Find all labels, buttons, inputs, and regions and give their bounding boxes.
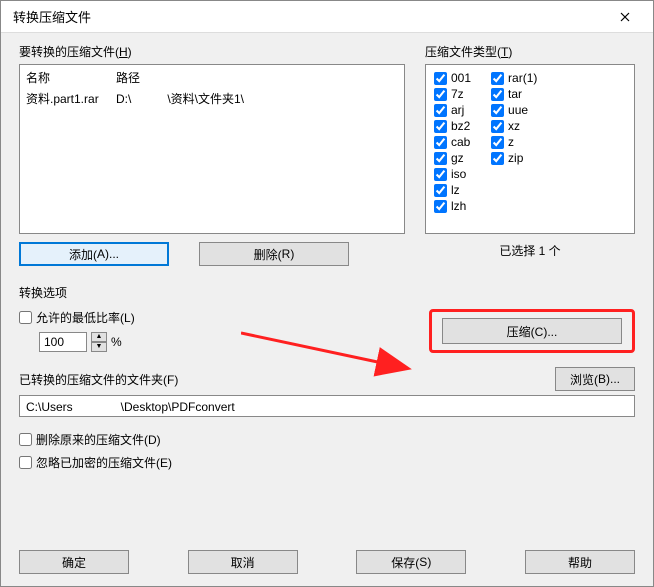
window-title: 转换压缩文件 [9, 7, 91, 26]
folder-label: 已转换的压缩文件的文件夹(F) [19, 371, 178, 388]
col-path-header: 路径 [116, 69, 140, 86]
close-icon [620, 12, 630, 22]
add-button[interactable]: 添加(A)... [19, 242, 169, 266]
selected-count: 已选择 1 个 [425, 242, 635, 259]
type-checkbox-uue[interactable]: uue [491, 103, 537, 117]
ignore-encrypted-checkbox[interactable]: 忽略已加密的压缩文件(E) [19, 454, 635, 471]
type-checkbox-input[interactable] [434, 184, 447, 197]
type-checkbox-tar[interactable]: tar [491, 87, 537, 101]
type-checkbox-lzh[interactable]: lzh [434, 199, 471, 213]
type-checkbox-lz[interactable]: lz [434, 183, 471, 197]
compress-highlight: 压缩(C)... [429, 309, 635, 353]
type-checkbox-iso[interactable]: iso [434, 167, 471, 181]
ratio-input[interactable] [39, 332, 87, 352]
ratio-spinner[interactable]: ▲ ▼ % [39, 332, 135, 352]
type-checkbox-bz2[interactable]: bz2 [434, 119, 471, 133]
col-name-header: 名称 [26, 69, 116, 86]
browse-button[interactable]: 浏览(B)... [555, 367, 635, 391]
types-label: 压缩文件类型(T) [425, 43, 635, 60]
type-checkbox-xz[interactable]: xz [491, 119, 537, 133]
allow-min-ratio-checkbox[interactable]: 允许的最低比率(L) [19, 309, 135, 326]
type-checkbox-input[interactable] [434, 136, 447, 149]
file-path: D:\ \资料\文件夹1\ [116, 90, 244, 107]
cancel-button[interactable]: 取消 [188, 550, 298, 574]
file-name: 资料.part1.rar [26, 90, 116, 107]
list-row[interactable]: 资料.part1.rar D:\ \资料\文件夹1\ [20, 88, 404, 109]
percent-label: % [111, 335, 122, 349]
type-checkbox-input[interactable] [491, 120, 504, 133]
type-checkbox-input[interactable] [434, 120, 447, 133]
ignore-encrypted-input[interactable] [19, 456, 32, 469]
type-checkbox-input[interactable] [491, 88, 504, 101]
type-checkbox-input[interactable] [434, 72, 447, 85]
delete-original-input[interactable] [19, 433, 32, 446]
type-checkbox-input[interactable] [434, 200, 447, 213]
delete-original-checkbox[interactable]: 删除原来的压缩文件(D) [19, 431, 635, 448]
type-checkbox-zip[interactable]: zip [491, 151, 537, 165]
type-checkbox-input[interactable] [434, 104, 447, 117]
ok-button[interactable]: 确定 [19, 550, 129, 574]
close-button[interactable] [605, 3, 645, 31]
type-checkbox-001[interactable]: 001 [434, 71, 471, 85]
files-label: 要转换的压缩文件(H) [19, 43, 405, 60]
options-label: 转换选项 [19, 284, 635, 301]
type-checkbox-gz[interactable]: gz [434, 151, 471, 165]
type-checkbox-input[interactable] [491, 136, 504, 149]
types-box: 001 7z arj bz2 cab gz iso lz lzh rar(1) tar uue xz z… [425, 64, 635, 234]
save-button[interactable]: 保存(S) [356, 550, 466, 574]
type-checkbox-input[interactable] [434, 152, 447, 165]
folder-input[interactable] [19, 395, 635, 417]
help-button[interactable]: 帮助 [525, 550, 635, 574]
type-checkbox-arj[interactable]: arj [434, 103, 471, 117]
type-checkbox-rar(1)[interactable]: rar(1) [491, 71, 537, 85]
type-checkbox-input[interactable] [434, 88, 447, 101]
type-checkbox-input[interactable] [491, 72, 504, 85]
type-checkbox-7z[interactable]: 7z [434, 87, 471, 101]
allow-min-ratio-input[interactable] [19, 311, 32, 324]
type-checkbox-z[interactable]: z [491, 135, 537, 149]
type-checkbox-input[interactable] [491, 152, 504, 165]
titlebar: 转换压缩文件 [1, 1, 653, 33]
delete-button[interactable]: 删除(R) [199, 242, 349, 266]
type-checkbox-cab[interactable]: cab [434, 135, 471, 149]
dialog-window: 转换压缩文件 要转换的压缩文件(H) 名称 路径 资料.part1.rar D:… [0, 0, 654, 587]
type-checkbox-input[interactable] [434, 168, 447, 181]
spinner-up[interactable]: ▲ [91, 332, 107, 342]
list-header: 名称 路径 [20, 67, 404, 88]
type-checkbox-input[interactable] [491, 104, 504, 117]
files-listbox[interactable]: 名称 路径 资料.part1.rar D:\ \资料\文件夹1\ [19, 64, 405, 234]
compress-button[interactable]: 压缩(C)... [442, 318, 622, 344]
spinner-down[interactable]: ▼ [91, 342, 107, 352]
